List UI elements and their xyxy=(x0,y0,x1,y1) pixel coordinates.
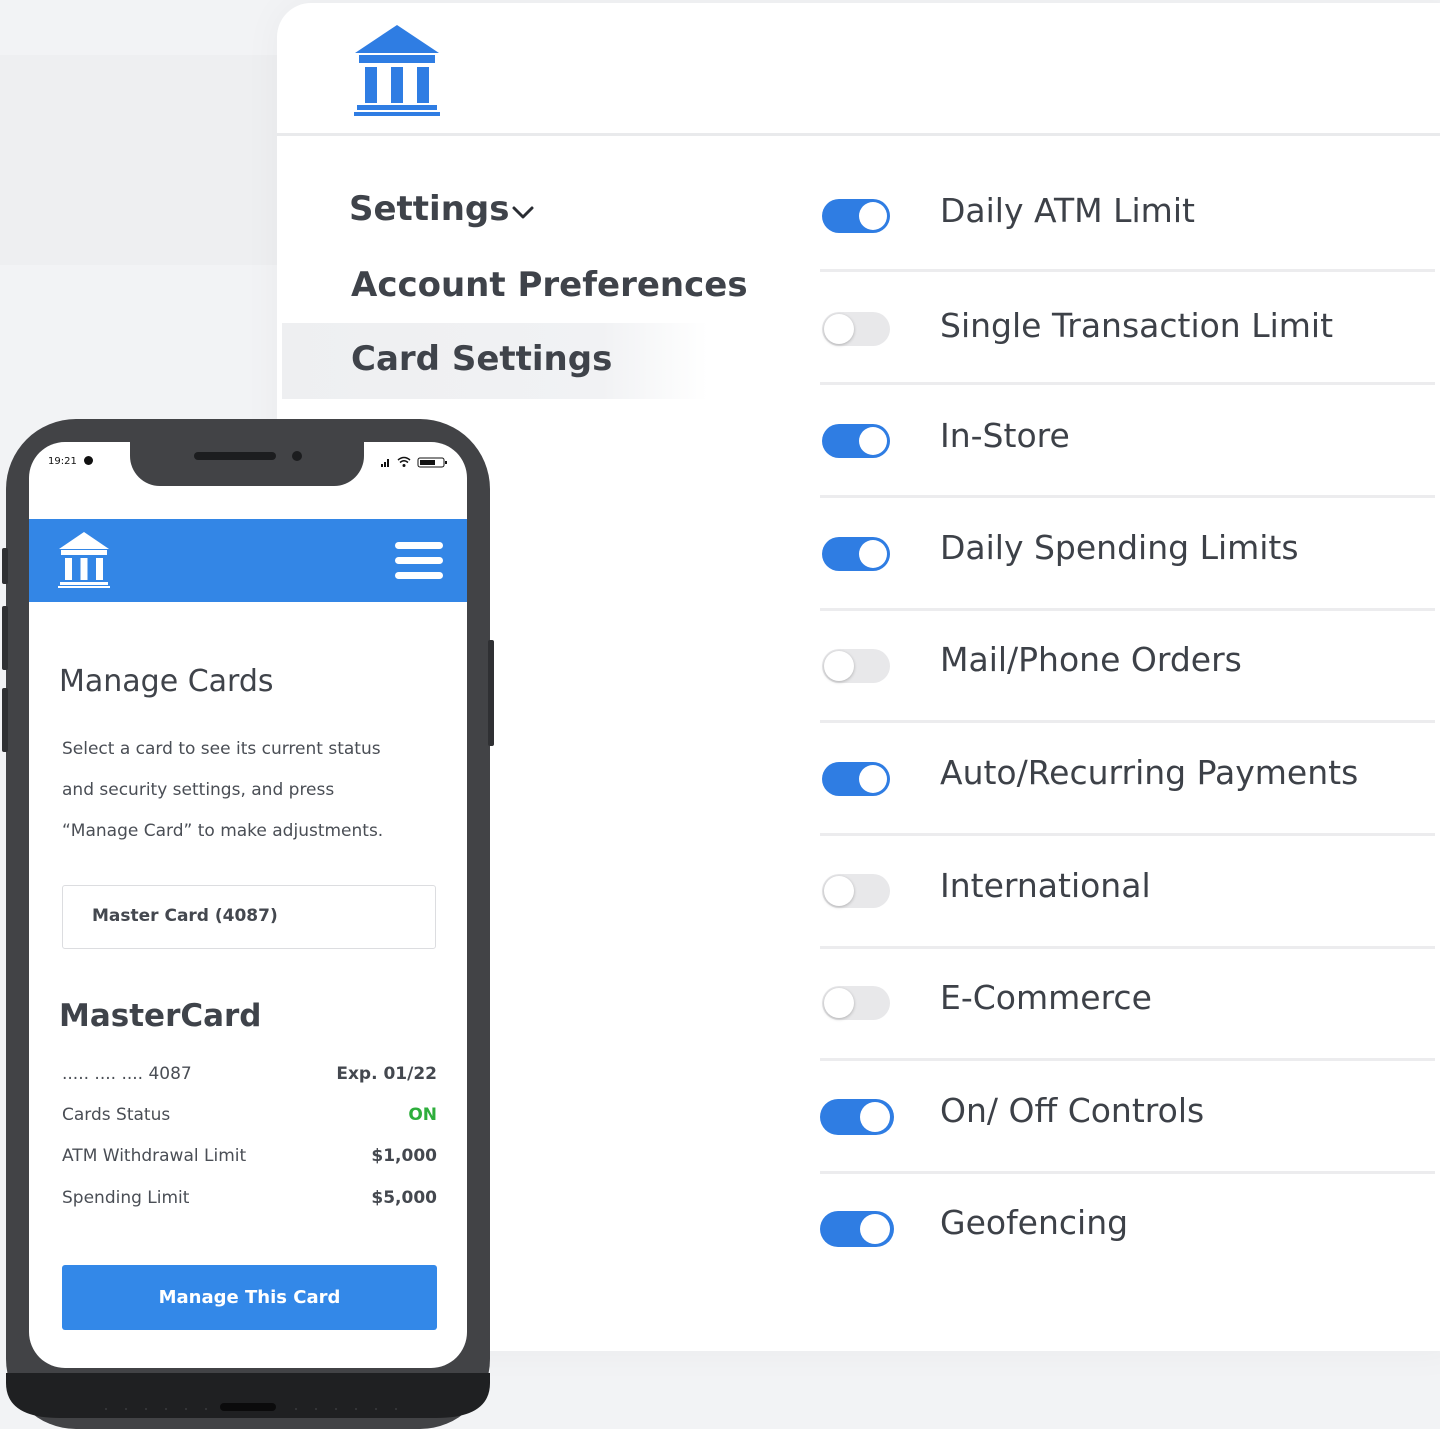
front-camera xyxy=(292,451,302,461)
description-line: and security settings, and press xyxy=(62,780,335,800)
description-line: Select a card to see its current status xyxy=(62,739,381,759)
toggle-label: Single Transaction Limit xyxy=(940,306,1334,345)
toggle-switch[interactable] xyxy=(822,312,890,346)
location-icon xyxy=(84,456,94,465)
status-time: 19:21 xyxy=(48,456,94,467)
toggle-row: In-Store xyxy=(820,386,1435,498)
hamburger-line xyxy=(395,572,443,579)
toggle-knob xyxy=(824,988,854,1018)
phone-bottom-edge xyxy=(6,1373,490,1418)
phone-side-button xyxy=(2,688,8,752)
detail-label: Cards Status xyxy=(62,1105,171,1125)
chevron-down-icon[interactable] xyxy=(511,205,535,221)
card-number: ..... .... .... 4087 xyxy=(62,1064,192,1084)
toggle-switch[interactable] xyxy=(822,424,890,458)
toggle-label: International xyxy=(940,866,1151,905)
detail-label: ATM Withdrawal Limit xyxy=(62,1146,247,1166)
toggle-switch[interactable] xyxy=(820,1211,894,1247)
nav-item-card-settings[interactable]: Card Settings xyxy=(351,339,612,379)
toggle-switch[interactable] xyxy=(822,199,890,233)
page-title: Manage Cards xyxy=(59,664,274,699)
toggle-knob xyxy=(859,765,887,793)
page-description: Select a card to see its current status … xyxy=(62,729,422,852)
detail-label: Spending Limit xyxy=(62,1188,190,1208)
phone-screen: 19:21 Manage Cards Select a card to see … xyxy=(29,442,467,1368)
manage-card-button[interactable]: Manage This Card xyxy=(62,1265,437,1330)
atm-limit-row: ATM Withdrawal Limit $1,000 xyxy=(62,1146,437,1170)
divider xyxy=(820,269,1435,272)
phone-notch xyxy=(130,442,364,486)
spending-limit-row: Spending Limit $5,000 xyxy=(62,1188,437,1212)
toggle-row: E-Commerce xyxy=(820,949,1435,1061)
toggle-label: Mail/Phone Orders xyxy=(940,640,1242,679)
toggle-row: On/ Off Controls xyxy=(820,1062,1435,1174)
toggle-knob xyxy=(824,876,854,906)
background-band xyxy=(0,55,300,265)
toggle-knob xyxy=(859,427,887,455)
description-line: “Manage Card” to make adjustments. xyxy=(62,821,384,841)
divider xyxy=(820,495,1435,498)
card-select[interactable]: Master Card (4087) xyxy=(62,885,436,949)
bank-building-icon[interactable] xyxy=(58,531,110,589)
toggle-label: Daily Spending Limits xyxy=(940,528,1299,567)
toggle-knob xyxy=(860,1102,890,1132)
toggle-label: On/ Off Controls xyxy=(940,1091,1205,1130)
toggle-label: In-Store xyxy=(940,416,1070,455)
bank-building-icon xyxy=(354,25,440,116)
nav-item-account-preferences[interactable]: Account Preferences xyxy=(351,265,748,305)
toggle-label: Geofencing xyxy=(940,1203,1129,1242)
wifi-icon xyxy=(397,456,411,467)
toggle-knob xyxy=(860,1214,890,1244)
card-status-row: Cards Status ON xyxy=(62,1105,437,1129)
toggle-switch[interactable] xyxy=(820,1099,894,1135)
phone-side-button xyxy=(2,548,8,584)
toggle-switch[interactable] xyxy=(822,874,890,908)
battery-icon xyxy=(417,457,447,468)
toggle-row: Mail/Phone Orders xyxy=(820,611,1435,723)
nav-settings[interactable]: Settings xyxy=(349,189,510,229)
divider xyxy=(820,833,1435,836)
hamburger-menu-icon[interactable] xyxy=(395,542,445,580)
toggle-row: Auto/Recurring Payments xyxy=(820,724,1435,836)
toggle-row: Daily ATM Limit xyxy=(820,160,1435,272)
toggle-label: E-Commerce xyxy=(940,978,1152,1017)
hamburger-line xyxy=(395,542,443,549)
toggle-knob xyxy=(824,651,854,681)
toggle-knob xyxy=(859,540,887,568)
status-time-text: 19:21 xyxy=(48,456,77,467)
app-bar xyxy=(29,519,467,602)
card-expiry: Exp. 01/22 xyxy=(336,1064,437,1084)
toggle-knob xyxy=(859,202,887,230)
speaker-grille xyxy=(194,452,276,460)
toggle-row: Daily Spending Limits xyxy=(820,499,1435,611)
toggle-label: Auto/Recurring Payments xyxy=(940,753,1359,792)
divider xyxy=(820,720,1435,723)
hamburger-line xyxy=(395,557,443,564)
divider xyxy=(820,1171,1435,1174)
phone-side-button xyxy=(2,606,8,670)
toggle-row: Geofencing xyxy=(820,1175,1435,1275)
divider xyxy=(820,382,1435,385)
toggle-switch[interactable] xyxy=(822,986,890,1020)
toggle-label: Daily ATM Limit xyxy=(940,191,1195,230)
phone-power-button xyxy=(488,640,494,746)
toggle-switch[interactable] xyxy=(822,649,890,683)
toggle-knob xyxy=(824,314,854,344)
toggle-row: Single Transaction Limit xyxy=(820,273,1435,385)
signal-icon xyxy=(381,459,389,467)
toggle-switch[interactable] xyxy=(822,762,890,796)
divider xyxy=(820,1058,1435,1061)
card-number-row: ..... .... .... 4087 Exp. 01/22 xyxy=(62,1064,437,1088)
detail-value: $5,000 xyxy=(371,1188,437,1208)
status-badge: ON xyxy=(408,1105,437,1125)
toggle-switch[interactable] xyxy=(822,537,890,571)
status-icons xyxy=(381,456,447,468)
card-title: MasterCard xyxy=(59,998,262,1034)
detail-value: $1,000 xyxy=(371,1146,437,1166)
desktop-header xyxy=(277,3,1440,136)
card-select-value: Master Card (4087) xyxy=(92,906,278,926)
toggle-row: International xyxy=(820,837,1435,949)
